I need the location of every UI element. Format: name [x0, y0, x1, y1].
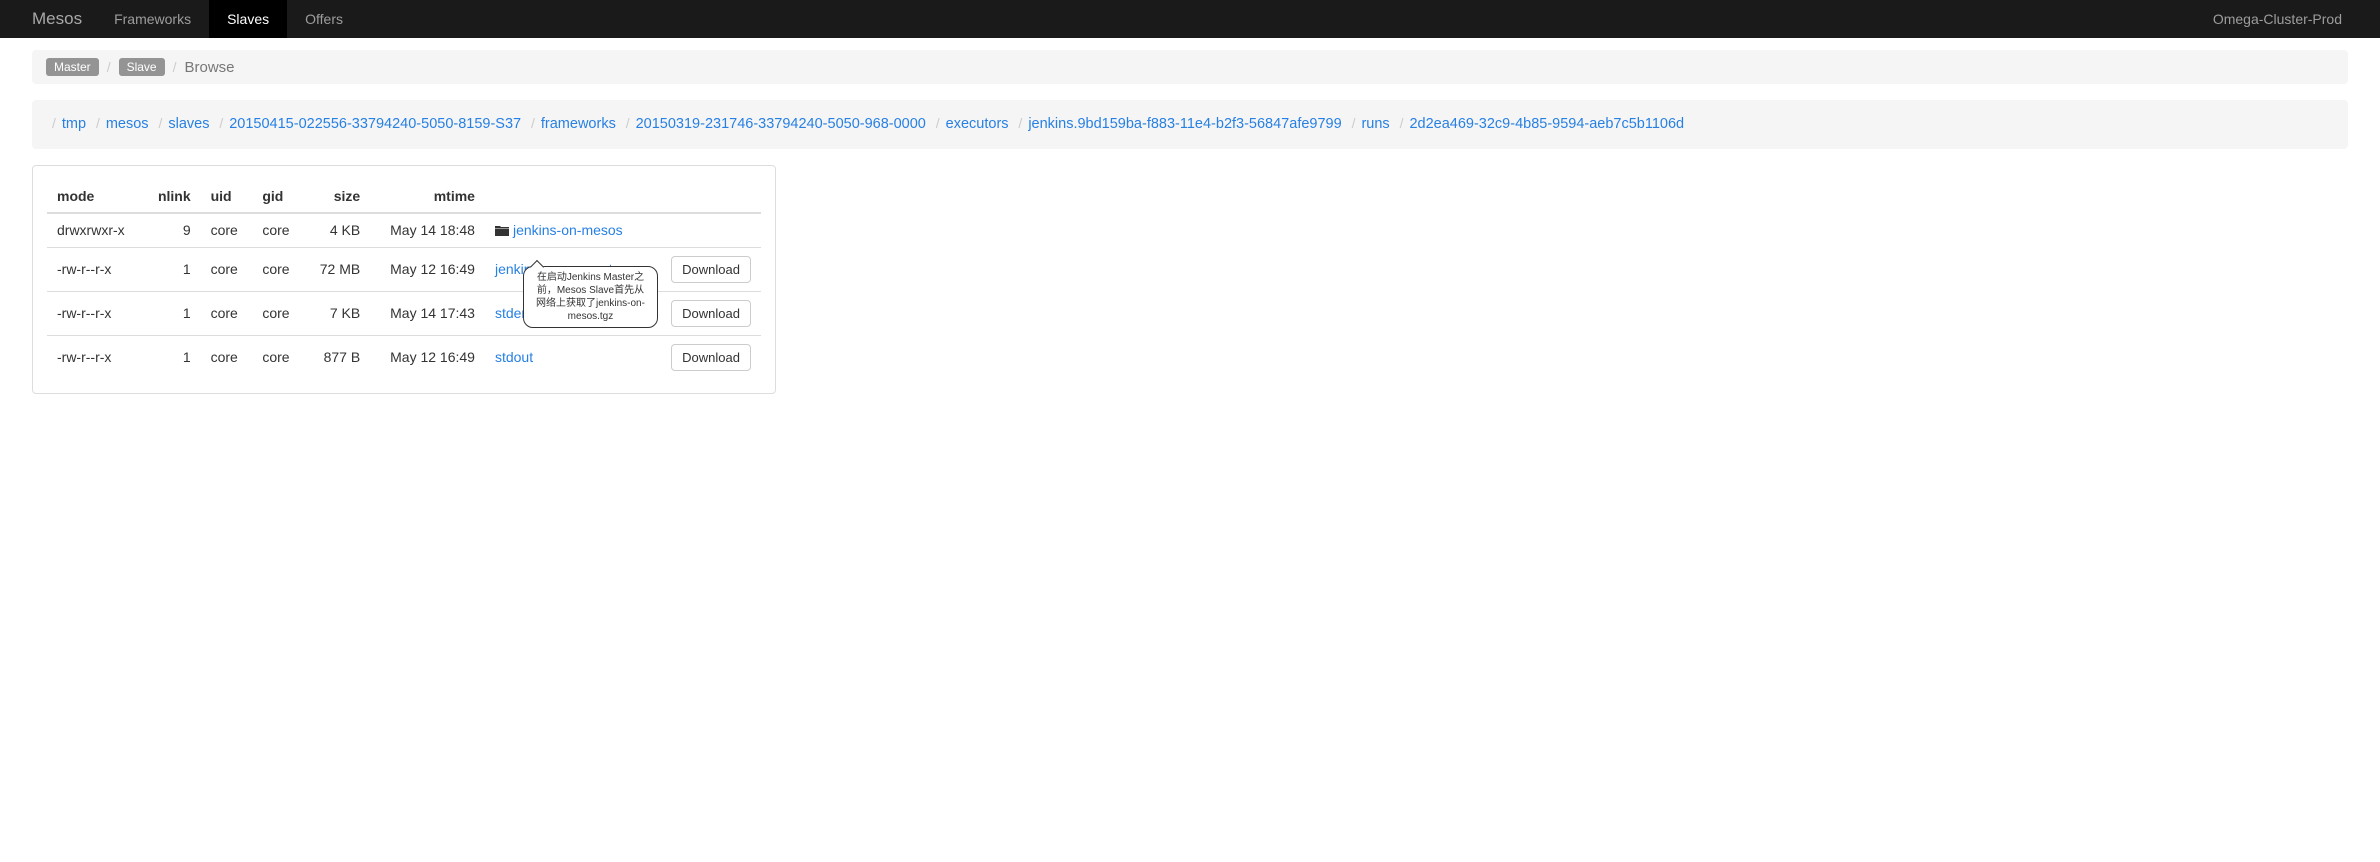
- download-button[interactable]: Download: [671, 256, 751, 283]
- col-download: [652, 180, 761, 213]
- cell-uid: core: [201, 335, 253, 379]
- breadcrumb-slave-badge[interactable]: Slave: [119, 58, 165, 76]
- folder-icon: [495, 223, 509, 239]
- cell-size: 4 KB: [304, 213, 370, 248]
- col-mtime[interactable]: mtime: [370, 180, 485, 213]
- download-button[interactable]: Download: [671, 344, 751, 371]
- cell-uid: core: [201, 291, 253, 335]
- col-nlink[interactable]: nlink: [143, 180, 201, 213]
- path-segment[interactable]: tmp: [62, 116, 86, 132]
- file-table: mode nlink uid gid size mtime drwxrwxr-x…: [47, 180, 761, 379]
- cell-download: [652, 213, 761, 248]
- table-row: -rw-r--r-x1corecore72 MBMay 12 16:49jenk…: [47, 247, 761, 291]
- path-segment[interactable]: jenkins.9bd159ba-f883-11e4-b2f3-56847afe…: [1028, 116, 1341, 132]
- file-link[interactable]: stdout: [495, 349, 533, 365]
- path-separator: /: [1018, 115, 1022, 131]
- cell-uid: core: [201, 247, 253, 291]
- cell-nlink: 1: [143, 247, 201, 291]
- cell-mode: -rw-r--r-x: [47, 247, 143, 291]
- cell-mtime: May 12 16:49: [370, 247, 485, 291]
- cell-nlink: 9: [143, 213, 201, 248]
- col-name: [485, 180, 652, 213]
- cell-download: Download: [652, 335, 761, 379]
- path-segment[interactable]: slaves: [168, 116, 209, 132]
- cell-mode: drwxrwxr-x: [47, 213, 143, 248]
- cell-uid: core: [201, 213, 253, 248]
- path-separator: /: [158, 115, 162, 131]
- path-segment[interactable]: runs: [1361, 116, 1389, 132]
- breadcrumb-separator: /: [173, 59, 177, 75]
- col-uid[interactable]: uid: [201, 180, 253, 213]
- cell-name: jenkins-on-mesos: [485, 213, 652, 248]
- cluster-name[interactable]: Omega-Cluster-Prod: [2207, 0, 2348, 38]
- table-row: drwxrwxr-x9corecore4 KBMay 14 18:48jenki…: [47, 213, 761, 248]
- col-size[interactable]: size: [304, 180, 370, 213]
- navbar: Mesos FrameworksSlavesOffers Omega-Clust…: [0, 0, 2380, 38]
- breadcrumb-path: / tmp / mesos / slaves / 20150415-022556-337…: [32, 100, 2348, 149]
- path-separator: /: [52, 115, 56, 131]
- path-separator: /: [936, 115, 940, 131]
- cell-size: 877 B: [304, 335, 370, 379]
- cell-size: 7 KB: [304, 291, 370, 335]
- cell-mode: -rw-r--r-x: [47, 335, 143, 379]
- path-separator: /: [1400, 115, 1404, 131]
- path-segment[interactable]: 2d2ea469-32c9-4b85-9594-aeb7c5b1106d: [1409, 116, 1684, 132]
- col-mode[interactable]: mode: [47, 180, 143, 213]
- navbar-brand[interactable]: Mesos: [32, 0, 96, 38]
- path-separator: /: [626, 115, 630, 131]
- cell-download: Download: [652, 291, 761, 335]
- cell-name: jenkins-on-mesos.tgz在启动Jenkins Master之前，…: [485, 247, 652, 291]
- table-row: -rw-r--r-x1corecore877 BMay 12 16:49stdo…: [47, 335, 761, 379]
- breadcrumb-separator: /: [107, 59, 111, 75]
- breadcrumb-top: Master / Slave / Browse: [32, 50, 2348, 84]
- cell-mode: -rw-r--r-x: [47, 291, 143, 335]
- file-link[interactable]: jenkins-on-mesos: [513, 222, 623, 238]
- nav-item-slaves[interactable]: Slaves: [209, 0, 287, 38]
- cell-nlink: 1: [143, 291, 201, 335]
- cell-gid: core: [252, 247, 304, 291]
- cell-size: 72 MB: [304, 247, 370, 291]
- path-segment[interactable]: mesos: [106, 116, 149, 132]
- cell-gid: core: [252, 291, 304, 335]
- col-gid[interactable]: gid: [252, 180, 304, 213]
- cell-gid: core: [252, 213, 304, 248]
- cell-mtime: May 14 18:48: [370, 213, 485, 248]
- path-segment[interactable]: 20150415-022556-33794240-5050-8159-S37: [229, 116, 521, 132]
- path-segment[interactable]: frameworks: [541, 116, 616, 132]
- file-browser-panel: mode nlink uid gid size mtime drwxrwxr-x…: [32, 165, 776, 394]
- navbar-nav: FrameworksSlavesOffers: [96, 0, 361, 38]
- path-separator: /: [531, 115, 535, 131]
- path-separator: /: [1352, 115, 1356, 131]
- path-segment[interactable]: 20150319-231746-33794240-5050-968-0000: [636, 116, 926, 132]
- cell-mtime: May 12 16:49: [370, 335, 485, 379]
- path-separator: /: [96, 115, 100, 131]
- cell-nlink: 1: [143, 335, 201, 379]
- cell-name: stdout: [485, 335, 652, 379]
- nav-item-frameworks[interactable]: Frameworks: [96, 0, 209, 38]
- tooltip: 在启动Jenkins Master之前，Mesos Slave首先从网络上获取了…: [523, 266, 658, 328]
- nav-item-offers[interactable]: Offers: [287, 0, 361, 38]
- path-segment[interactable]: executors: [946, 116, 1009, 132]
- cell-download: Download: [652, 247, 761, 291]
- download-button[interactable]: Download: [671, 300, 751, 327]
- path-separator: /: [219, 115, 223, 131]
- breadcrumb-master-badge[interactable]: Master: [46, 58, 99, 76]
- cell-gid: core: [252, 335, 304, 379]
- breadcrumb-browse-label: Browse: [185, 59, 235, 76]
- cell-mtime: May 14 17:43: [370, 291, 485, 335]
